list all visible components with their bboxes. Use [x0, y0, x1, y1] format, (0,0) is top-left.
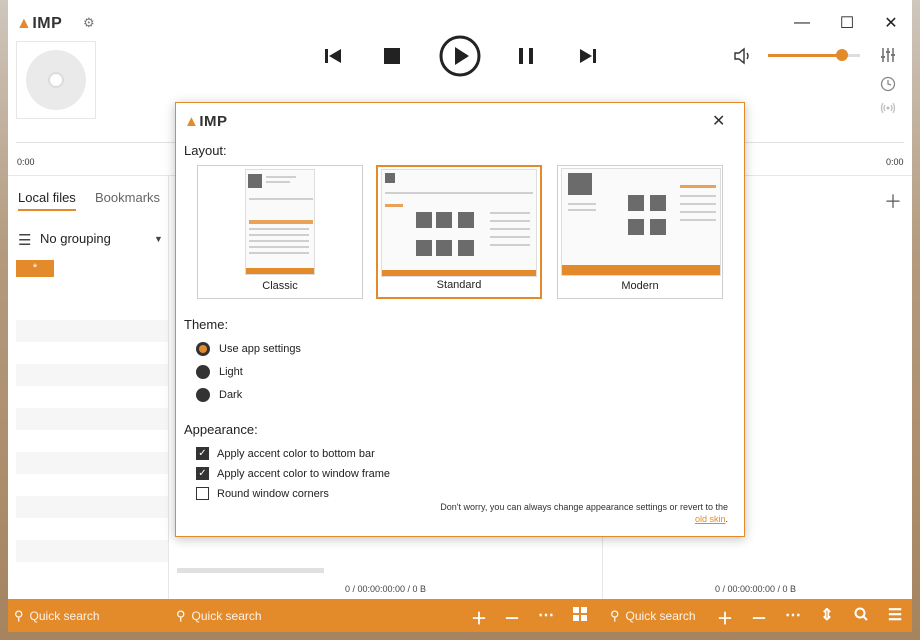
- quick-search-right[interactable]: ⚲ Quick search: [610, 608, 696, 624]
- theme-heading: Theme:: [184, 317, 229, 332]
- menu-icon: ☰: [18, 232, 32, 249]
- add-icon[interactable]: ＋: [469, 605, 489, 629]
- radio-button[interactable]: [196, 342, 210, 356]
- minimize-icon[interactable]: —: [788, 10, 816, 36]
- theme-option-light[interactable]: Light: [196, 365, 243, 379]
- option-accent-bottom-bar[interactable]: ✓ Apply accent color to bottom bar: [196, 447, 375, 460]
- stop-icon[interactable]: [383, 47, 401, 65]
- appearance-dialog: ▲IMP ✕ Layout: Classic Standard Modern T…: [175, 102, 745, 537]
- grouping-dropdown[interactable]: ☰ No grouping ▼: [18, 230, 168, 249]
- search-icon: ⚲: [14, 608, 24, 623]
- appearance-heading: Appearance:: [184, 422, 258, 437]
- close-icon[interactable]: ✕: [877, 10, 905, 36]
- maximize-icon[interactable]: ☐: [833, 10, 861, 36]
- grid-view-icon[interactable]: [570, 605, 590, 626]
- play-icon[interactable]: [439, 35, 481, 77]
- list-row-stripe: [16, 408, 168, 430]
- radio-button[interactable]: [196, 365, 210, 379]
- theme-option-dark[interactable]: Dark: [196, 388, 242, 402]
- layout-option-classic[interactable]: Classic: [197, 165, 363, 299]
- layout-preview-modern: [561, 168, 721, 276]
- add-icon[interactable]: ＋: [715, 605, 735, 629]
- tab-local-files[interactable]: Local files: [18, 190, 76, 211]
- checkbox[interactable]: ✓: [196, 467, 209, 480]
- volume-handle[interactable]: [835, 49, 848, 61]
- theme-option-app-settings[interactable]: Use app settings: [196, 342, 301, 356]
- add-playlist-button[interactable]: ＋: [884, 188, 902, 214]
- layout-heading: Layout:: [184, 143, 227, 158]
- list-row-stripe: [16, 364, 168, 386]
- playlist-status-right: 0 / 00:00:00:00 / 0 B: [715, 584, 797, 594]
- quick-search-left[interactable]: ⚲ Quick search: [14, 608, 100, 624]
- more-icon[interactable]: ⋯: [783, 605, 803, 625]
- album-cover: [16, 41, 96, 119]
- layout-label: Standard: [436, 279, 482, 291]
- menu-icon[interactable]: ☰: [885, 605, 905, 625]
- equalizer-icon[interactable]: [880, 47, 896, 66]
- list-row-stripe: [16, 452, 168, 474]
- layout-preview-classic: [245, 169, 315, 275]
- filter-chip[interactable]: *: [16, 260, 54, 277]
- bottom-bar: ⚲ Quick search ⚲ Quick search ＋ － ⋯ ⚲ Quick…: [8, 599, 912, 632]
- remove-icon[interactable]: －: [749, 605, 769, 629]
- app-logo: ▲IMP: [16, 15, 63, 32]
- previous-icon[interactable]: [322, 46, 344, 66]
- layout-option-modern[interactable]: Modern: [557, 165, 723, 299]
- horizontal-scrollbar[interactable]: [177, 568, 324, 573]
- layout-preview-standard: [381, 169, 537, 277]
- checkbox[interactable]: ✓: [196, 447, 209, 460]
- radio-button[interactable]: [196, 388, 210, 402]
- revert-note: Don't worry, you can always change appea…: [440, 502, 728, 524]
- list-row-stripe: [16, 496, 168, 518]
- sort-icon[interactable]: ⇕: [817, 605, 837, 625]
- close-icon[interactable]: ✕: [712, 111, 725, 131]
- old-skin-link[interactable]: old skin: [695, 514, 726, 524]
- gear-icon[interactable]: ⚙: [83, 16, 97, 30]
- layout-label: Classic: [262, 280, 298, 292]
- radio-broadcast-icon[interactable]: [880, 101, 896, 118]
- pane-divider: [168, 176, 169, 599]
- playlist-status: 0 / 00:00:00:00 / 0 B: [345, 584, 427, 594]
- clock-icon[interactable]: [880, 76, 896, 95]
- time-elapsed: 0:00: [17, 157, 35, 167]
- search-icon[interactable]: [851, 605, 871, 626]
- layout-option-standard[interactable]: Standard: [376, 165, 542, 299]
- chevron-down-icon: ▼: [154, 234, 163, 244]
- more-icon[interactable]: ⋯: [536, 605, 556, 625]
- option-accent-window-frame[interactable]: ✓ Apply accent color to window frame: [196, 467, 390, 480]
- pause-icon[interactable]: [517, 47, 535, 65]
- quick-search-middle[interactable]: ⚲ Quick search: [176, 608, 262, 624]
- volume-fill: [768, 54, 842, 57]
- remove-icon[interactable]: －: [502, 605, 522, 629]
- search-icon: ⚲: [610, 608, 620, 623]
- time-remaining: 0:00: [886, 157, 904, 167]
- tab-bookmarks[interactable]: Bookmarks: [95, 190, 160, 205]
- next-icon[interactable]: [577, 46, 599, 66]
- volume-slider[interactable]: [768, 49, 860, 61]
- dialog-logo: ▲IMP: [184, 113, 228, 130]
- option-round-corners[interactable]: Round window corners: [196, 487, 329, 500]
- list-row-stripe: [16, 320, 168, 342]
- search-icon: ⚲: [176, 608, 186, 623]
- checkbox[interactable]: [196, 487, 209, 500]
- volume-icon[interactable]: [732, 46, 754, 66]
- layout-label: Modern: [621, 280, 659, 292]
- list-row-stripe: [16, 540, 168, 562]
- grouping-label: No grouping: [40, 231, 111, 246]
- disc-icon: [26, 50, 86, 110]
